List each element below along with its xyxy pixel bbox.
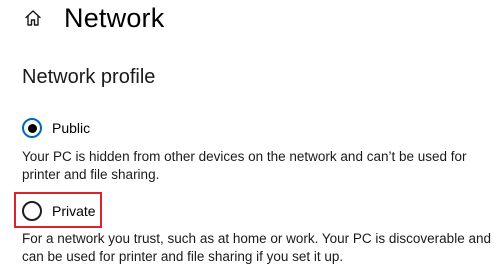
page-title: Network: [64, 2, 165, 33]
public-radio-label[interactable]: Public: [52, 120, 90, 136]
radio-selected-dot: [27, 123, 37, 133]
public-description: Your PC is hidden from other devices on …: [22, 149, 467, 182]
public-radio-option[interactable]: Public: [22, 116, 90, 140]
private-radio-label[interactable]: Private: [52, 203, 96, 219]
page-header: Network: [22, 0, 164, 36]
home-icon[interactable]: [22, 7, 44, 29]
private-radio-option[interactable]: Private: [22, 199, 96, 223]
public-radio-button[interactable]: [22, 118, 42, 138]
network-profile-heading: Network profile: [22, 66, 156, 88]
private-description: For a network you trust, such as at home…: [22, 231, 491, 264]
private-radio-button[interactable]: [22, 201, 42, 221]
